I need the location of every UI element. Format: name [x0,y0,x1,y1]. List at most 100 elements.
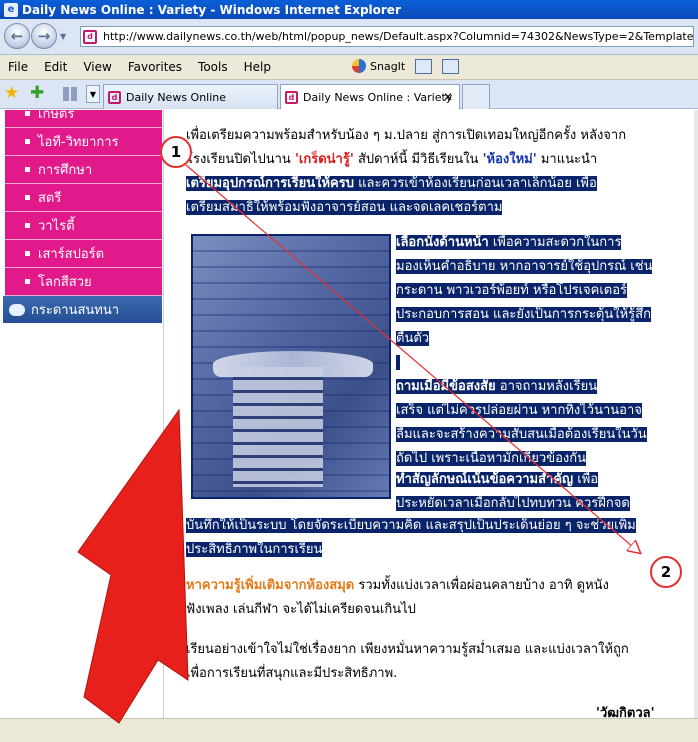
snagit-edit-icon[interactable] [442,59,459,74]
sidebar-item-label: ไอที-วิทยาการ [38,135,119,150]
book-stack-shape [233,367,323,487]
tip-text: ฟังเพลง เล่นกีฬา จะได้ไม่เครียดจนเกินไป [186,602,416,617]
tip-title: เลือกนั่งด้านหน้า [396,235,489,250]
callout-2: 2 [650,556,682,588]
close-tab-icon[interactable]: ✕ [443,90,453,104]
tip-text: รวมทั้งแบ่งเวลาเพื่อผ่อนคลายบ้าง อาทิ ดู… [354,578,609,593]
bullet-icon [25,111,30,116]
article-image [191,234,391,499]
tip-title: ทำสัญลักษณ์เน้นข้อความสำคัญ [396,472,574,487]
menu-view[interactable]: View [75,60,119,74]
new-tab-button[interactable] [462,84,490,109]
tab-daily-news[interactable]: d Daily News Online [103,84,278,109]
intro-term: 'เกร็ดน่ารู้' [294,152,354,167]
quick-tabs-icon[interactable] [63,87,79,101]
sidebar-item-label: วาไรตี้ [38,219,75,234]
sidebar-item-variety[interactable]: วาไรตี้ [5,212,162,240]
sidebar-item-women[interactable]: สตรี [5,184,162,212]
vertical-scrollbar[interactable] [694,110,698,718]
tip-title: เตรียมอุปกรณ์การเรียนให้ครบ [186,176,354,191]
menu-bar: File Edit View Favorites Tools Help Snag… [0,55,698,80]
intro-text: มาแนะนำ [536,152,598,167]
intro-term: 'ห้องใหม่' [482,152,537,167]
add-favorite-icon[interactable]: ✚ [30,85,44,102]
snagit-button[interactable]: SnagIt [352,59,405,73]
bullet-icon [25,139,30,144]
tip-title: หาความรู้เพิ่มเติมจากห้องสมุด [186,578,355,593]
tip-text: ถัดไป เพราะเนื้อหามักเกี่ยวข้องกัน [396,451,586,466]
tip-paragraph: ทำสัญลักษณ์เน้นข้อความสำคัญ เพื่อ ประหยั… [396,468,658,516]
callout-1: 1 [160,136,192,168]
article-outro: เรียนอย่างเข้าใจไม่ใช่เรื่องยาก เพียงหมั… [186,638,629,686]
tab-daily-news-variety[interactable]: d Daily News Online : Variety ✕ [280,84,460,109]
tip-text: ประหยัดเวลาเมื่อกลับไปทบทวน ควรฝึกจด [396,496,630,511]
favorites-star-icon[interactable]: ★ [4,85,19,102]
sidebar-section-forum[interactable]: กระดานสนทนา [3,296,162,323]
sidebar-item-colorful-world[interactable]: โลกสีสวย [5,268,162,296]
intro-text: โรงเรียนปิดไปนาน [186,152,295,167]
bullet-icon [25,251,30,256]
page-favicon-icon: d [83,29,97,44]
snagit-window-icon[interactable] [415,59,432,74]
tip-text: เสร็จ แต่ไม่ควรปล่อยผ่าน หากทิ้งไว้นานอา… [396,403,642,418]
tip-text: บันทึกให้เป็นระบบ โดยจัดระเบียบความคิด แ… [186,518,636,533]
article-signature: 'วัฒกิตวล' [596,706,655,718]
menu-edit[interactable]: Edit [36,60,75,74]
tip-paragraph: เลือกนั่งด้านหน้า เพื่อความสะดวกในการ มอ… [396,231,658,471]
forward-button[interactable]: → [31,23,57,49]
chat-bubble-icon [9,303,25,316]
back-button[interactable]: ← [4,23,30,49]
bullet-icon [25,279,30,284]
menu-tools[interactable]: Tools [190,60,236,74]
tip-text: ประกอบการสอน และยังเป็นการกระตุ้นให้รู้ส… [396,307,651,322]
tip-paragraph-continued: บันทึกให้เป็นระบบ โดยจัดระเบียบความคิด แ… [186,514,656,562]
bullet-icon [25,195,30,200]
tip-text: และควรเข้าห้องเรียนก่อนเวลาเล็กน้อย เพื่… [353,176,597,191]
tip-text: เพื่อความสะดวกในการ [488,235,622,250]
tip-text: กระดาน พาวเวอร์พ้อยท์ หรือโปรเจคเตอร์ [396,283,628,298]
sidebar-item-education[interactable]: การศึกษา [5,156,162,184]
snagit-label: SnagIt [370,59,406,73]
window-titlebar: e Daily News Online : Variety - Windows … [0,0,698,19]
tip-text: ประสิทธิภาพในการเรียน [186,542,323,557]
sidebar-item-label: เสาร์สปอร์ต [38,247,105,262]
tip-paragraph: เตรียมอุปกรณ์การเรียนให้ครบ และควรเข้าห้… [186,172,597,220]
address-toolbar: ← → ▼ d http://www.dailynews.co.th/web/h… [0,19,698,55]
tab-favicon-icon: d [285,90,298,104]
outro-text: เพื่อการเรียนที่สนุกและมีประสิทธิภาพ. [186,666,398,681]
outro-text: เรียนอย่างเข้าใจไม่ใช่เรื่องยาก เพียงหมั… [186,642,629,657]
sidebar-item-agriculture[interactable]: เกษตร [5,110,162,128]
snagit-icon [352,59,366,73]
bullet-icon [25,223,30,228]
tip-text: อาจถามหลังเรียน [495,379,598,394]
tip-title: ถามเมื่อมีข้อสงสัย [396,379,496,394]
tip-text: มองเห็นคำอธิบาย หากอาจารย์ใช้อุปกรณ์ เช่… [396,259,653,274]
sidebar-item-label: เกษตร [38,110,75,122]
tip-text: เตรียมสมาธิให้พร้อมฟังอาจารย์สอน และจดเล… [186,200,503,215]
menu-help[interactable]: Help [236,60,279,74]
tab-list-dropdown-icon[interactable]: ▼ [86,85,100,103]
menu-favorites[interactable]: Favorites [120,60,190,74]
window-title: Daily News Online : Variety - Windows In… [22,2,401,17]
tip-text: ลืมและจะสร้างความสับสนเมื่อต้องเรียนในวั… [396,427,647,442]
bullet-icon [25,167,30,172]
intro-text: สัปดาห์นี้ มีวิธีเรียนใน [353,152,483,167]
tab-favicon-icon: d [108,90,121,104]
article-intro: เพื่อเตรียมความพร้อมสำหรับน้อง ๆ ม.ปลาย … [186,124,626,172]
address-url[interactable]: http://www.dailynews.co.th/web/html/popu… [103,30,693,43]
history-dropdown-icon[interactable]: ▼ [60,32,66,41]
sidebar-section-title: กระดานสนทนา [31,303,120,318]
menu-file[interactable]: File [0,60,36,74]
ie-icon: e [4,2,18,17]
sidebar: เกษตร ไอที-วิทยาการ การศึกษา สตรี วาไรตี… [0,110,164,718]
tip-paragraph: หาความรู้เพิ่มเติมจากห้องสมุด รวมทั้งแบ่… [186,574,609,622]
sidebar-item-it[interactable]: ไอที-วิทยาการ [5,128,162,156]
intro-line: เพื่อเตรียมความพร้อมสำหรับน้อง ๆ ม.ปลาย … [186,128,627,143]
page-content: เกษตร ไอที-วิทยาการ การศึกษา สตรี วาไรตี… [0,110,698,718]
tab-label: Daily News Online : Variety [303,90,453,104]
address-input[interactable]: d http://www.dailynews.co.th/web/html/po… [80,26,694,47]
sidebar-item-label: การศึกษา [38,163,93,178]
sidebar-item-label: สตรี [38,191,62,206]
sidebar-item-sport[interactable]: เสาร์สปอร์ต [5,240,162,268]
blank-highlight [396,355,401,370]
